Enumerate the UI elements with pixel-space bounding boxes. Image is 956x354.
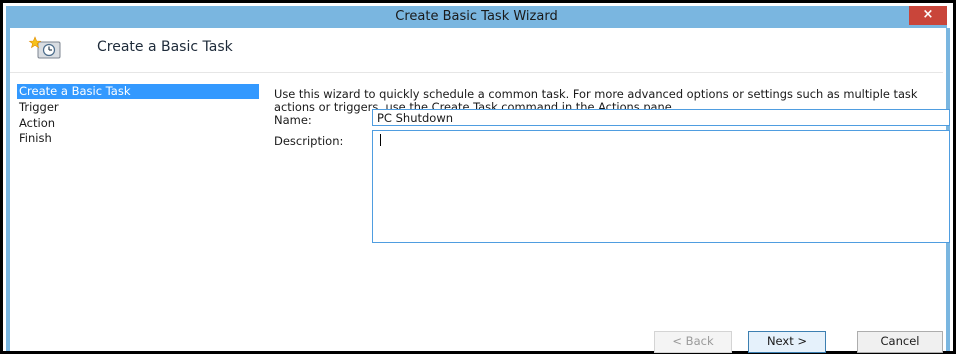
back-button[interactable]: < Back <box>654 331 732 353</box>
name-label: Name: <box>274 113 312 127</box>
close-button[interactable]: × <box>909 6 947 25</box>
nav-step-create-basic-task[interactable]: Create a Basic Task <box>17 84 259 99</box>
page-title: Create a Basic Task <box>97 39 233 55</box>
description-field[interactable] <box>372 130 950 243</box>
title-bar[interactable]: Create Basic Task Wizard × <box>6 6 947 28</box>
close-icon: × <box>922 7 934 22</box>
task-scheduler-icon <box>28 36 61 59</box>
description-label: Description: <box>274 134 344 148</box>
nav-step-finish[interactable]: Finish <box>17 131 259 146</box>
nav-step-action[interactable]: Action <box>17 116 259 131</box>
window-title: Create Basic Task Wizard <box>395 9 558 24</box>
header-divider <box>10 72 943 73</box>
next-button[interactable]: Next > <box>748 331 826 353</box>
text-caret <box>380 134 381 146</box>
nav-step-trigger[interactable]: Trigger <box>17 100 259 115</box>
cancel-button[interactable]: Cancel <box>857 331 943 353</box>
name-field[interactable] <box>372 109 950 126</box>
